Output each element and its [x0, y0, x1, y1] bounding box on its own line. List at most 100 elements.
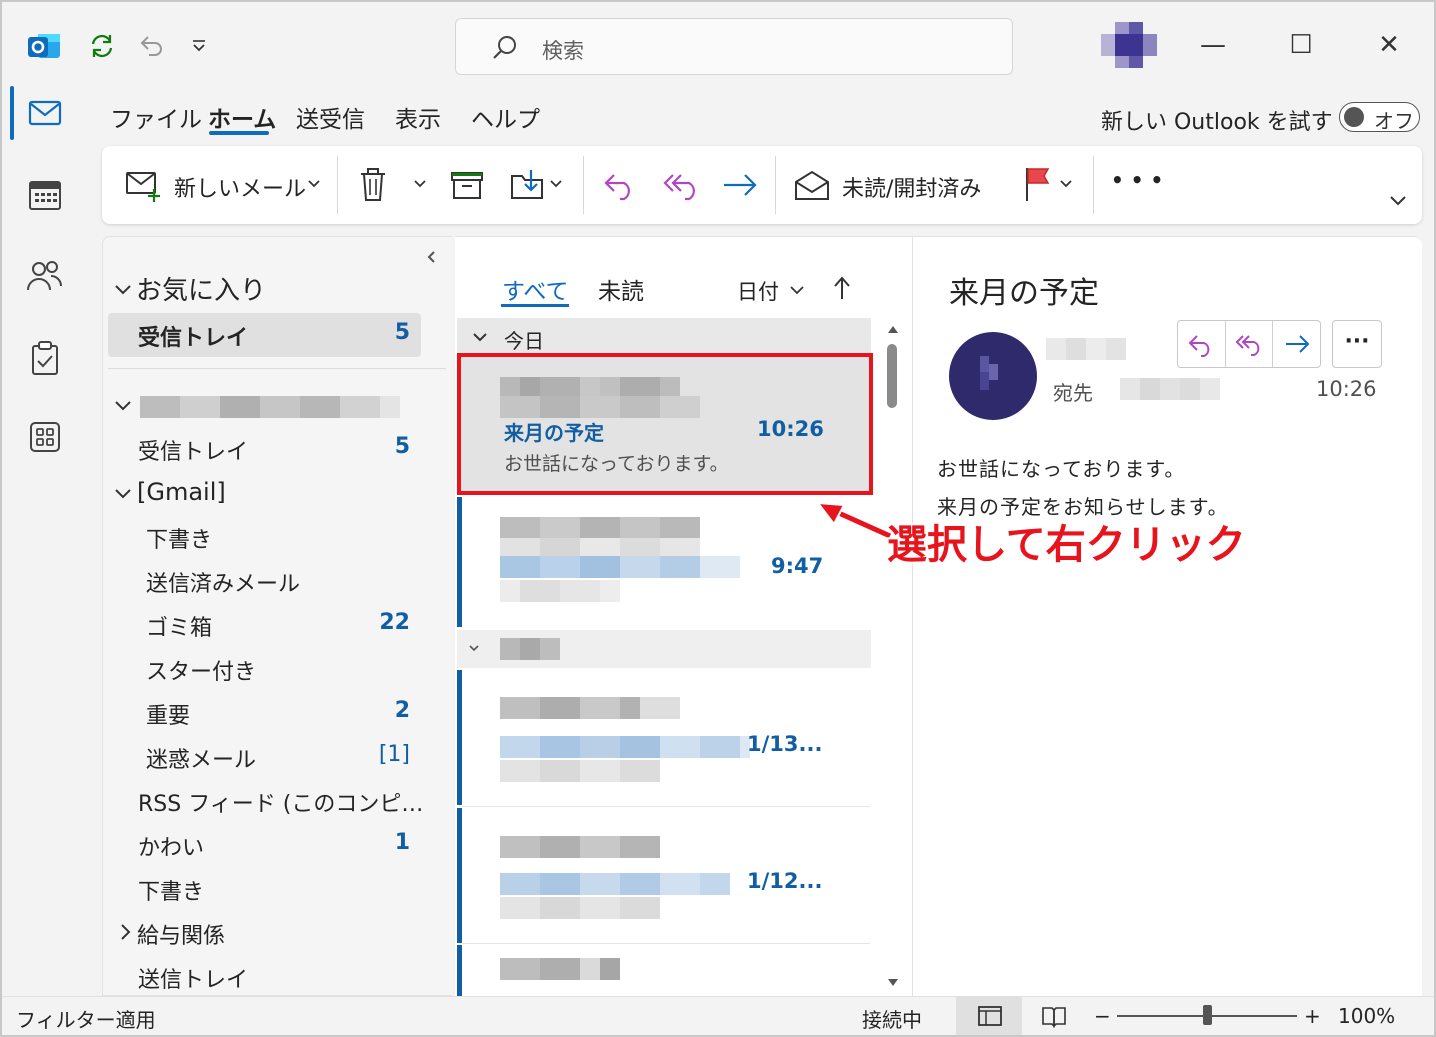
reading-time: 10:26 [1316, 377, 1377, 401]
zoom-level[interactable]: 100% [1338, 1004, 1395, 1028]
gmail-chevron-icon[interactable] [112, 484, 134, 504]
tab-home[interactable]: ホーム [208, 100, 276, 134]
new-outlook-toggle[interactable]: オフ [1339, 102, 1420, 133]
folder-drafts-2[interactable]: 下書き [138, 874, 204, 906]
folder-spam[interactable]: 迷惑メール [146, 742, 256, 774]
message-redacted [500, 897, 660, 919]
tab-send-receive[interactable]: 送受信 [296, 100, 365, 134]
move-to-icon[interactable] [508, 166, 548, 204]
close-button[interactable]: ✕ [1369, 28, 1409, 62]
tab-file[interactable]: ファイル [110, 100, 202, 134]
scroll-up-icon[interactable] [886, 322, 900, 336]
mail-icon[interactable] [26, 94, 64, 132]
quick-access-dropdown-icon[interactable] [186, 34, 212, 58]
folder-sent[interactable]: 送信済みメール [146, 566, 300, 598]
folder-outbox[interactable]: 送信トレイ [138, 962, 248, 994]
tab-home-underline [209, 131, 269, 135]
group-collapse-icon[interactable] [470, 328, 490, 346]
more-commands-button[interactable]: • • • [1111, 168, 1163, 192]
unread-read-button[interactable]: 未読/開封済み [842, 171, 981, 203]
highlight-box [457, 353, 873, 495]
tab-view[interactable]: 表示 [395, 100, 441, 134]
folder-count: 5 [394, 320, 410, 345]
apps-icon[interactable] [26, 418, 64, 456]
people-icon[interactable] [24, 256, 64, 296]
favorites-chevron-icon[interactable] [112, 280, 134, 300]
group-collapse-icon[interactable] [466, 640, 482, 656]
ribbon-separator [583, 156, 584, 214]
envelope-open-icon[interactable] [792, 166, 832, 204]
delete-icon[interactable] [356, 166, 390, 204]
reading-more-button[interactable]: ··· [1332, 320, 1382, 368]
sender-name-redacted [1046, 338, 1126, 360]
sort-by-date[interactable]: 日付 [737, 276, 779, 306]
salary-chevron-icon[interactable] [116, 922, 134, 942]
scrollbar-thumb[interactable] [887, 344, 897, 408]
to-label: 宛先 [1053, 381, 1093, 405]
group-label-today: 今日 [504, 329, 544, 353]
reading-forward-button[interactable] [1273, 321, 1320, 367]
message-redacted [500, 517, 700, 539]
maximize-button[interactable]: ☐ [1281, 28, 1321, 62]
try-new-outlook-label: 新しい Outlook を試す [1101, 110, 1333, 135]
search-placeholder: 検索 [542, 39, 584, 63]
zoom-in-button[interactable]: + [1304, 1004, 1321, 1028]
folder-favorite-inbox[interactable]: 受信トレイ [138, 320, 248, 352]
search-icon [493, 36, 516, 59]
ribbon-expand-icon[interactable] [1386, 190, 1410, 212]
sort-direction-icon[interactable] [830, 274, 854, 302]
reading-view-icon[interactable] [1040, 1002, 1068, 1030]
folder-starred[interactable]: スター付き [146, 654, 256, 686]
reading-action-buttons [1177, 320, 1321, 368]
undo-icon[interactable] [134, 30, 166, 62]
delete-dropdown-icon[interactable] [410, 174, 430, 194]
message-list-scrollbar[interactable] [882, 316, 904, 996]
move-to-dropdown-icon[interactable] [546, 174, 566, 194]
minimize-button[interactable]: — [1193, 28, 1233, 62]
folder-important[interactable]: 重要 [146, 698, 190, 730]
folder-rss[interactable]: RSS フィード (このコンピ… [138, 786, 423, 818]
calendar-icon[interactable] [26, 176, 64, 214]
account-avatar[interactable] [1101, 22, 1157, 68]
folder-inbox[interactable]: 受信トレイ [138, 434, 248, 466]
tasks-icon[interactable] [26, 338, 64, 378]
sender-avatar [949, 332, 1037, 420]
normal-view-icon [976, 1002, 1004, 1030]
forward-icon[interactable] [720, 166, 760, 204]
tab-help[interactable]: ヘルプ [471, 100, 540, 134]
message-time: 1/12... [747, 869, 823, 893]
new-mail-icon[interactable] [124, 168, 164, 204]
tab-all[interactable]: すべて [502, 272, 568, 306]
scroll-down-icon[interactable] [886, 976, 900, 990]
reply-all-icon[interactable] [660, 166, 702, 204]
search-box[interactable]: 検索 [455, 18, 1013, 75]
favorites-header[interactable]: お気に入り [136, 270, 266, 307]
folder-trash[interactable]: ゴミ箱 [146, 610, 212, 642]
tab-unread[interactable]: 未読 [598, 272, 644, 306]
reply-icon[interactable] [600, 166, 640, 204]
collapse-pane-icon[interactable] [422, 248, 440, 266]
reading-reply-button[interactable] [1178, 321, 1226, 367]
folder-salary[interactable]: 給与関係 [137, 918, 225, 950]
folder-kawai[interactable]: かわい [138, 830, 204, 862]
folder-count: 22 [379, 610, 410, 635]
new-mail-button[interactable]: 新しいメール [174, 171, 306, 203]
tab-all-underline [501, 304, 569, 307]
new-mail-dropdown-icon[interactable] [304, 174, 324, 194]
folder-drafts[interactable]: 下書き [146, 522, 212, 554]
reading-reply-all-button[interactable] [1226, 321, 1274, 367]
message-redacted [500, 836, 660, 858]
account-chevron-icon[interactable] [112, 396, 134, 416]
flag-dropdown-icon[interactable] [1056, 174, 1076, 194]
group-label-redacted [500, 638, 560, 660]
folder-count: 5 [394, 434, 410, 459]
sync-icon[interactable] [86, 30, 118, 62]
sort-dropdown-icon[interactable] [787, 280, 807, 300]
zoom-slider-handle[interactable] [1203, 1005, 1212, 1025]
unread-indicator [457, 945, 462, 996]
folder-gmail[interactable]: [Gmail] [137, 478, 226, 506]
flag-icon[interactable] [1020, 164, 1054, 204]
zoom-out-button[interactable]: − [1094, 1004, 1111, 1028]
message-redacted [500, 760, 660, 782]
archive-icon[interactable] [448, 168, 486, 202]
